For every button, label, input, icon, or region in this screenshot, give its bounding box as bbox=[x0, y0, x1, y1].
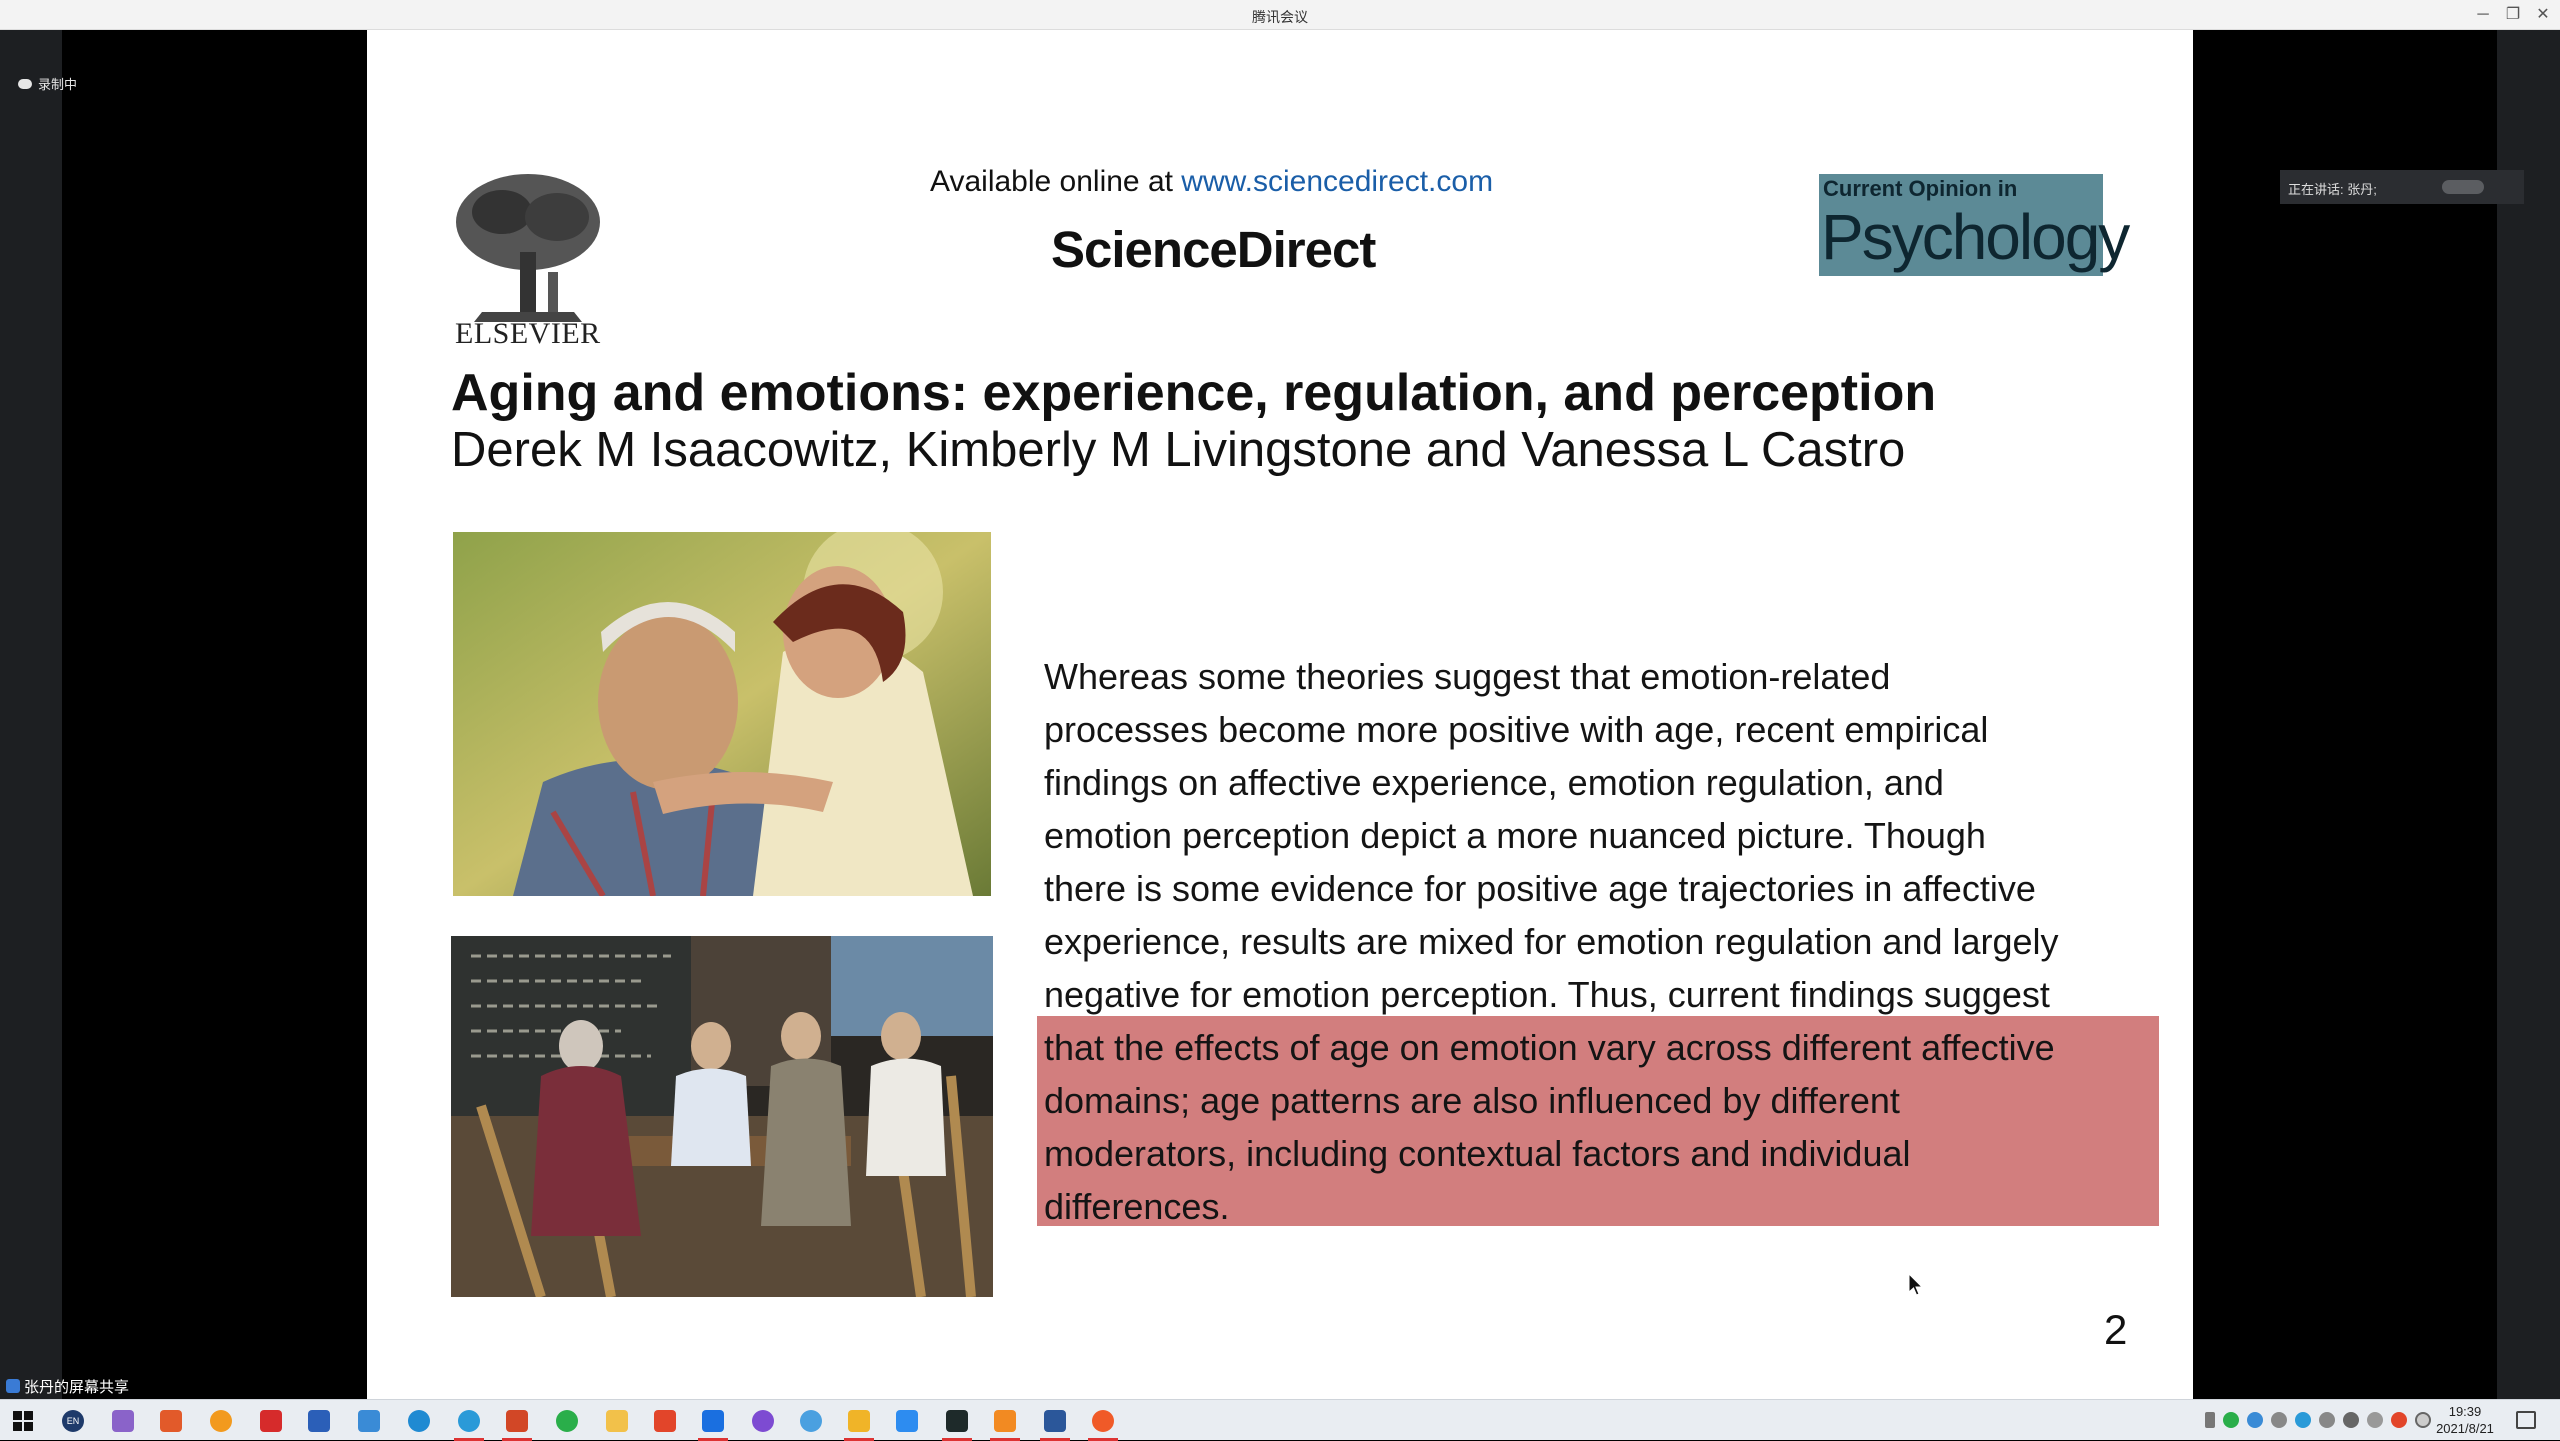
folder-app-icon[interactable] bbox=[606, 1410, 628, 1432]
meeting-stage: 录制中 正在讲话: 张丹; ELSEVIER Available online … bbox=[0, 30, 2560, 1399]
purple-app-icon[interactable] bbox=[752, 1410, 774, 1432]
orange-app-icon[interactable] bbox=[994, 1410, 1016, 1432]
browser-icon[interactable] bbox=[458, 1410, 480, 1432]
clock-tray-icon[interactable] bbox=[2415, 1412, 2431, 1428]
journal-badge: Current Opinion in Psychology bbox=[1819, 174, 2130, 276]
recording-label: 录制中 bbox=[38, 77, 78, 92]
powerpoint-icon[interactable] bbox=[506, 1410, 528, 1432]
language-icon[interactable]: EN bbox=[62, 1410, 84, 1432]
windows-start-icon[interactable] bbox=[12, 1410, 34, 1432]
journal-line2: Psychology bbox=[1821, 201, 2130, 273]
abstract-line: processes become more positive with age,… bbox=[1044, 709, 1989, 750]
abstract-line: negative for emotion perception. Thus, c… bbox=[1044, 974, 2050, 1015]
recording-indicator[interactable]: 录制中 bbox=[18, 74, 77, 93]
window-title: 腾讯会议 bbox=[1252, 9, 1308, 25]
speaker-indicator: 正在讲话: 张丹; bbox=[2280, 170, 2524, 204]
abstract-line: experience, results are mixed for emotio… bbox=[1044, 921, 2059, 962]
abstract-line: findings on affective experience, emotio… bbox=[1044, 762, 1944, 803]
abstract-text: Whereas some theories suggest that emoti… bbox=[1044, 650, 2154, 1233]
slide-page-number: 2 bbox=[2104, 1306, 2128, 1353]
wechat-tray-icon[interactable] bbox=[2223, 1412, 2239, 1428]
abstract-line: Whereas some theories suggest that emoti… bbox=[1044, 656, 1891, 697]
file-explorer-icon[interactable] bbox=[848, 1410, 870, 1432]
wifi-icon[interactable] bbox=[2319, 1412, 2335, 1428]
matlab-alt-icon[interactable] bbox=[654, 1410, 676, 1432]
publisher-name: ELSEVIER bbox=[455, 317, 601, 350]
abstract-line: differences. bbox=[1044, 1186, 1230, 1227]
abstract-line: domains; age patterns are also influence… bbox=[1044, 1080, 1900, 1121]
calendar-app-icon[interactable] bbox=[260, 1410, 282, 1432]
cloud-icon bbox=[18, 78, 32, 89]
left-panel bbox=[0, 30, 62, 1399]
right-panel bbox=[2497, 30, 2560, 1399]
share-label-text: 张丹的屏幕共享 bbox=[24, 1378, 130, 1396]
edge-browser-icon[interactable] bbox=[408, 1410, 430, 1432]
system-tray bbox=[2205, 1412, 2431, 1428]
audio-wave-icon bbox=[2442, 180, 2484, 194]
elderly-card-players-photo bbox=[451, 936, 993, 1297]
available-online-text: Available online at www.sciencedirect.co… bbox=[930, 165, 1493, 199]
screen-share-label[interactable]: 张丹的屏幕共享 bbox=[0, 1375, 129, 1397]
speaker-label: 正在讲话: 张丹; bbox=[2288, 182, 2377, 197]
abstract-line: there is some evidence for positive age … bbox=[1044, 868, 2036, 909]
ime-icon[interactable] bbox=[2367, 1412, 2383, 1428]
tencent-meeting-icon[interactable] bbox=[702, 1410, 724, 1432]
zoom-app-icon[interactable] bbox=[896, 1410, 918, 1432]
close-button[interactable]: ✕ bbox=[2528, 0, 2558, 30]
network-app-icon[interactable] bbox=[800, 1410, 822, 1432]
chevron-up-icon[interactable] bbox=[2205, 1412, 2215, 1428]
mouse-cursor-icon bbox=[1908, 1273, 1924, 1296]
windows-taskbar: EN 19:39 2021/8/21 bbox=[0, 1399, 2560, 1441]
flower-app-icon[interactable] bbox=[1092, 1410, 1114, 1432]
paper-title: Aging and emotions: experience, regulati… bbox=[451, 364, 1937, 422]
volume-icon[interactable] bbox=[2343, 1412, 2359, 1428]
cloud-tray-icon[interactable] bbox=[2271, 1412, 2287, 1428]
shared-slide: ELSEVIER Available online at www.science… bbox=[367, 30, 2193, 1399]
word-icon[interactable] bbox=[1044, 1410, 1066, 1432]
bluetooth-icon[interactable] bbox=[2247, 1412, 2263, 1428]
abstract-line: emotion perception depict a more nuanced… bbox=[1044, 815, 1986, 856]
notes-app-icon[interactable] bbox=[112, 1410, 134, 1432]
wechat-icon[interactable] bbox=[556, 1410, 578, 1432]
minimize-button[interactable]: ─ bbox=[2468, 0, 2498, 30]
window-titlebar: 腾讯会议 ─ ❐ ✕ bbox=[0, 0, 2560, 30]
clock-date: 2021/8/21 bbox=[2436, 1421, 2494, 1436]
paper-authors: Derek M Isaacowitz, Kimberly M Livingsto… bbox=[451, 423, 1906, 477]
search-app-icon[interactable] bbox=[210, 1410, 232, 1432]
book-app-icon[interactable] bbox=[308, 1410, 330, 1432]
clock-time: 19:39 bbox=[2448, 1404, 2482, 1419]
screen-share-icon bbox=[6, 1379, 20, 1393]
restore-button[interactable]: ❐ bbox=[2498, 0, 2528, 30]
window-app-icon[interactable] bbox=[358, 1410, 380, 1432]
abstract-line: moderators, including contextual factors… bbox=[1044, 1133, 1911, 1174]
matlab-icon[interactable] bbox=[160, 1410, 182, 1432]
platform-name: ScienceDirect bbox=[1051, 221, 1376, 278]
abstract-line: that the effects of age on emotion vary … bbox=[1044, 1027, 2055, 1068]
available-prefix: Available online at bbox=[930, 165, 1182, 198]
notification-icon[interactable] bbox=[2516, 1411, 2536, 1429]
journal-line1: Current Opinion in bbox=[1823, 176, 2018, 201]
sciencedirect-link: www.sciencedirect.com bbox=[1181, 165, 1494, 198]
pycharm-icon[interactable] bbox=[946, 1410, 968, 1432]
network-icon[interactable] bbox=[2295, 1412, 2311, 1428]
taskbar-clock[interactable]: 19:39 2021/8/21 bbox=[2432, 1403, 2498, 1437]
elderly-couple-photo bbox=[453, 532, 991, 896]
sogou-icon[interactable] bbox=[2391, 1412, 2407, 1428]
